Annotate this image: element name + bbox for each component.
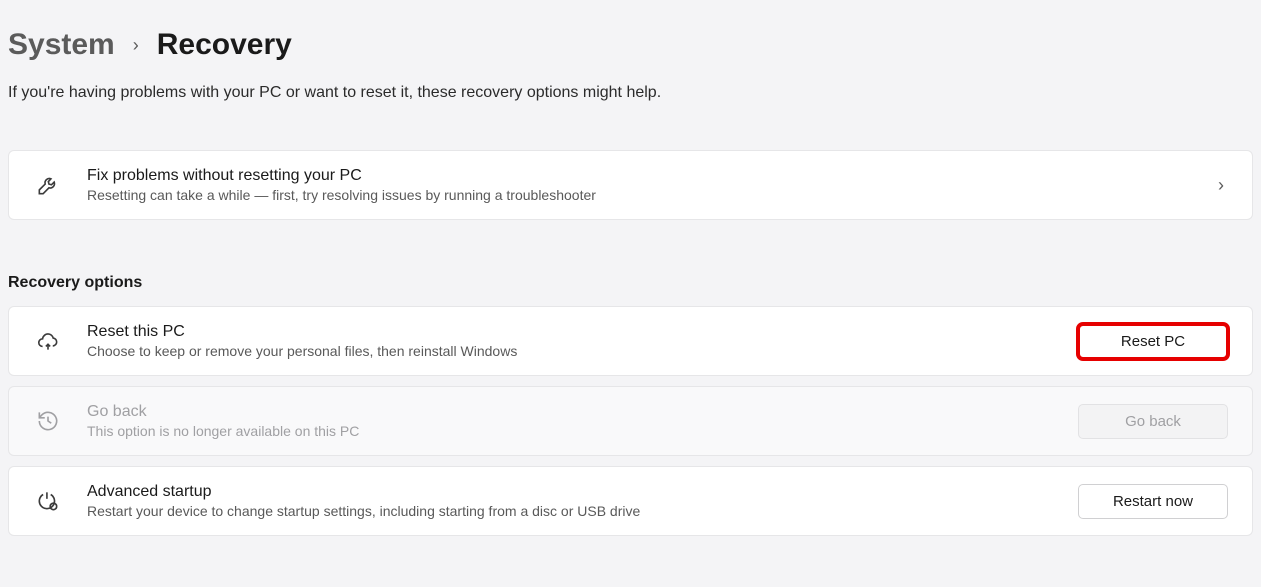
advanced-startup-desc: Restart your device to change startup se… bbox=[87, 503, 1054, 519]
go-back-button: Go back bbox=[1078, 404, 1228, 439]
wrench-icon bbox=[33, 172, 63, 198]
reset-pc-desc: Choose to keep or remove your personal f… bbox=[87, 343, 1054, 359]
troubleshoot-card[interactable]: Fix problems without resetting your PC R… bbox=[8, 150, 1253, 220]
reset-pc-icon bbox=[33, 328, 63, 354]
history-icon bbox=[33, 408, 63, 434]
reset-pc-button[interactable]: Reset PC bbox=[1078, 324, 1228, 359]
troubleshoot-title: Fix problems without resetting your PC bbox=[87, 167, 1194, 185]
go-back-card: Go back This option is no longer availab… bbox=[8, 386, 1253, 456]
go-back-desc: This option is no longer available on th… bbox=[87, 423, 1054, 439]
troubleshoot-desc: Resetting can take a while — first, try … bbox=[87, 187, 1194, 203]
recovery-options-header: Recovery options bbox=[8, 274, 1253, 292]
advanced-startup-card: Advanced startup Restart your device to … bbox=[8, 466, 1253, 536]
chevron-right-icon: › bbox=[1218, 175, 1228, 196]
breadcrumb-parent[interactable]: System bbox=[8, 28, 115, 62]
advanced-startup-title: Advanced startup bbox=[87, 483, 1054, 501]
restart-now-button[interactable]: Restart now bbox=[1078, 484, 1228, 519]
intro-text: If you're having problems with your PC o… bbox=[8, 84, 1253, 102]
chevron-right-icon: › bbox=[133, 35, 139, 56]
go-back-title: Go back bbox=[87, 403, 1054, 421]
reset-pc-title: Reset this PC bbox=[87, 323, 1054, 341]
breadcrumb: System › Recovery bbox=[8, 28, 1253, 62]
breadcrumb-current: Recovery bbox=[157, 28, 292, 62]
reset-pc-card: Reset this PC Choose to keep or remove y… bbox=[8, 306, 1253, 376]
power-gear-icon bbox=[33, 488, 63, 514]
